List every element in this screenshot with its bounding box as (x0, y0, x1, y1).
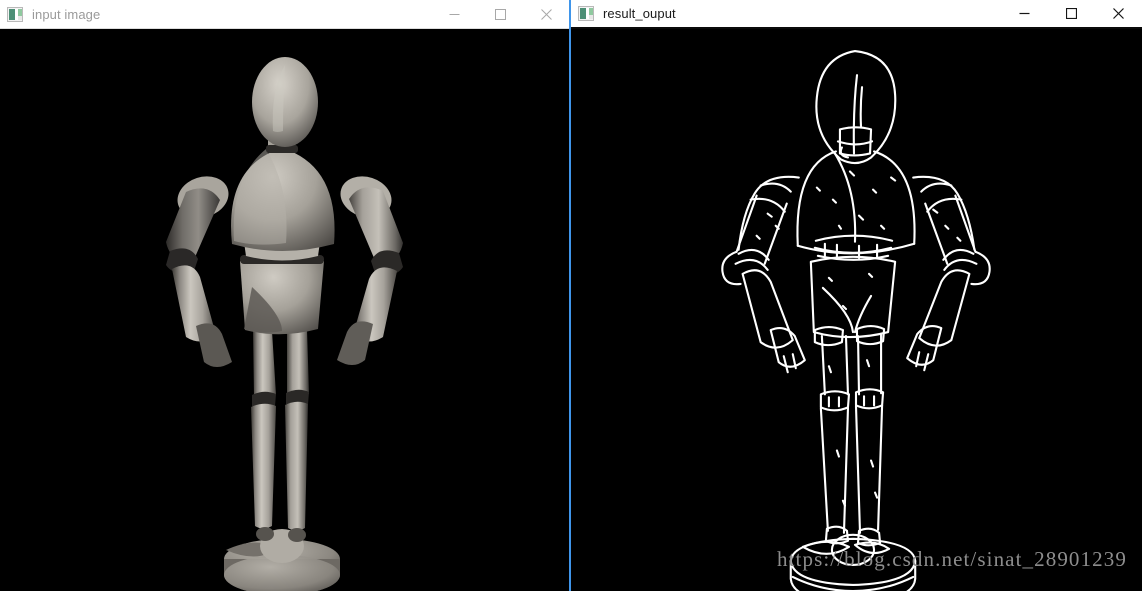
window-title-result-ouput: result_ouput (603, 6, 676, 21)
maximize-button[interactable] (1048, 0, 1095, 28)
window-title-input-image: input image (32, 6, 101, 22)
result-output-canvas: https://blog.csdn.net/sinat_28901239 (571, 29, 1142, 591)
minimize-button[interactable] (431, 0, 477, 29)
titlebar-input-image[interactable]: input image (0, 0, 569, 29)
minimize-button[interactable] (1001, 0, 1048, 28)
close-button[interactable] (1095, 0, 1142, 28)
close-button[interactable] (523, 0, 569, 29)
window-input-image[interactable]: input image (0, 0, 569, 591)
desktop: input image result_ouput https://blog.cs… (0, 0, 1142, 591)
input-image-canvas (0, 29, 569, 591)
maximize-button[interactable] (477, 0, 523, 29)
window-result-ouput[interactable]: result_ouput https://blog.csdn.net/sinat… (569, 0, 1142, 591)
window-controls-input-image (431, 0, 569, 29)
mannequin-edge-map (571, 29, 1142, 591)
titlebar-result-ouput[interactable]: result_ouput (571, 0, 1142, 29)
mannequin-photo (0, 29, 569, 591)
image-app-icon (7, 6, 23, 22)
image-app-icon (578, 6, 594, 21)
window-controls-result-ouput (1001, 0, 1142, 28)
